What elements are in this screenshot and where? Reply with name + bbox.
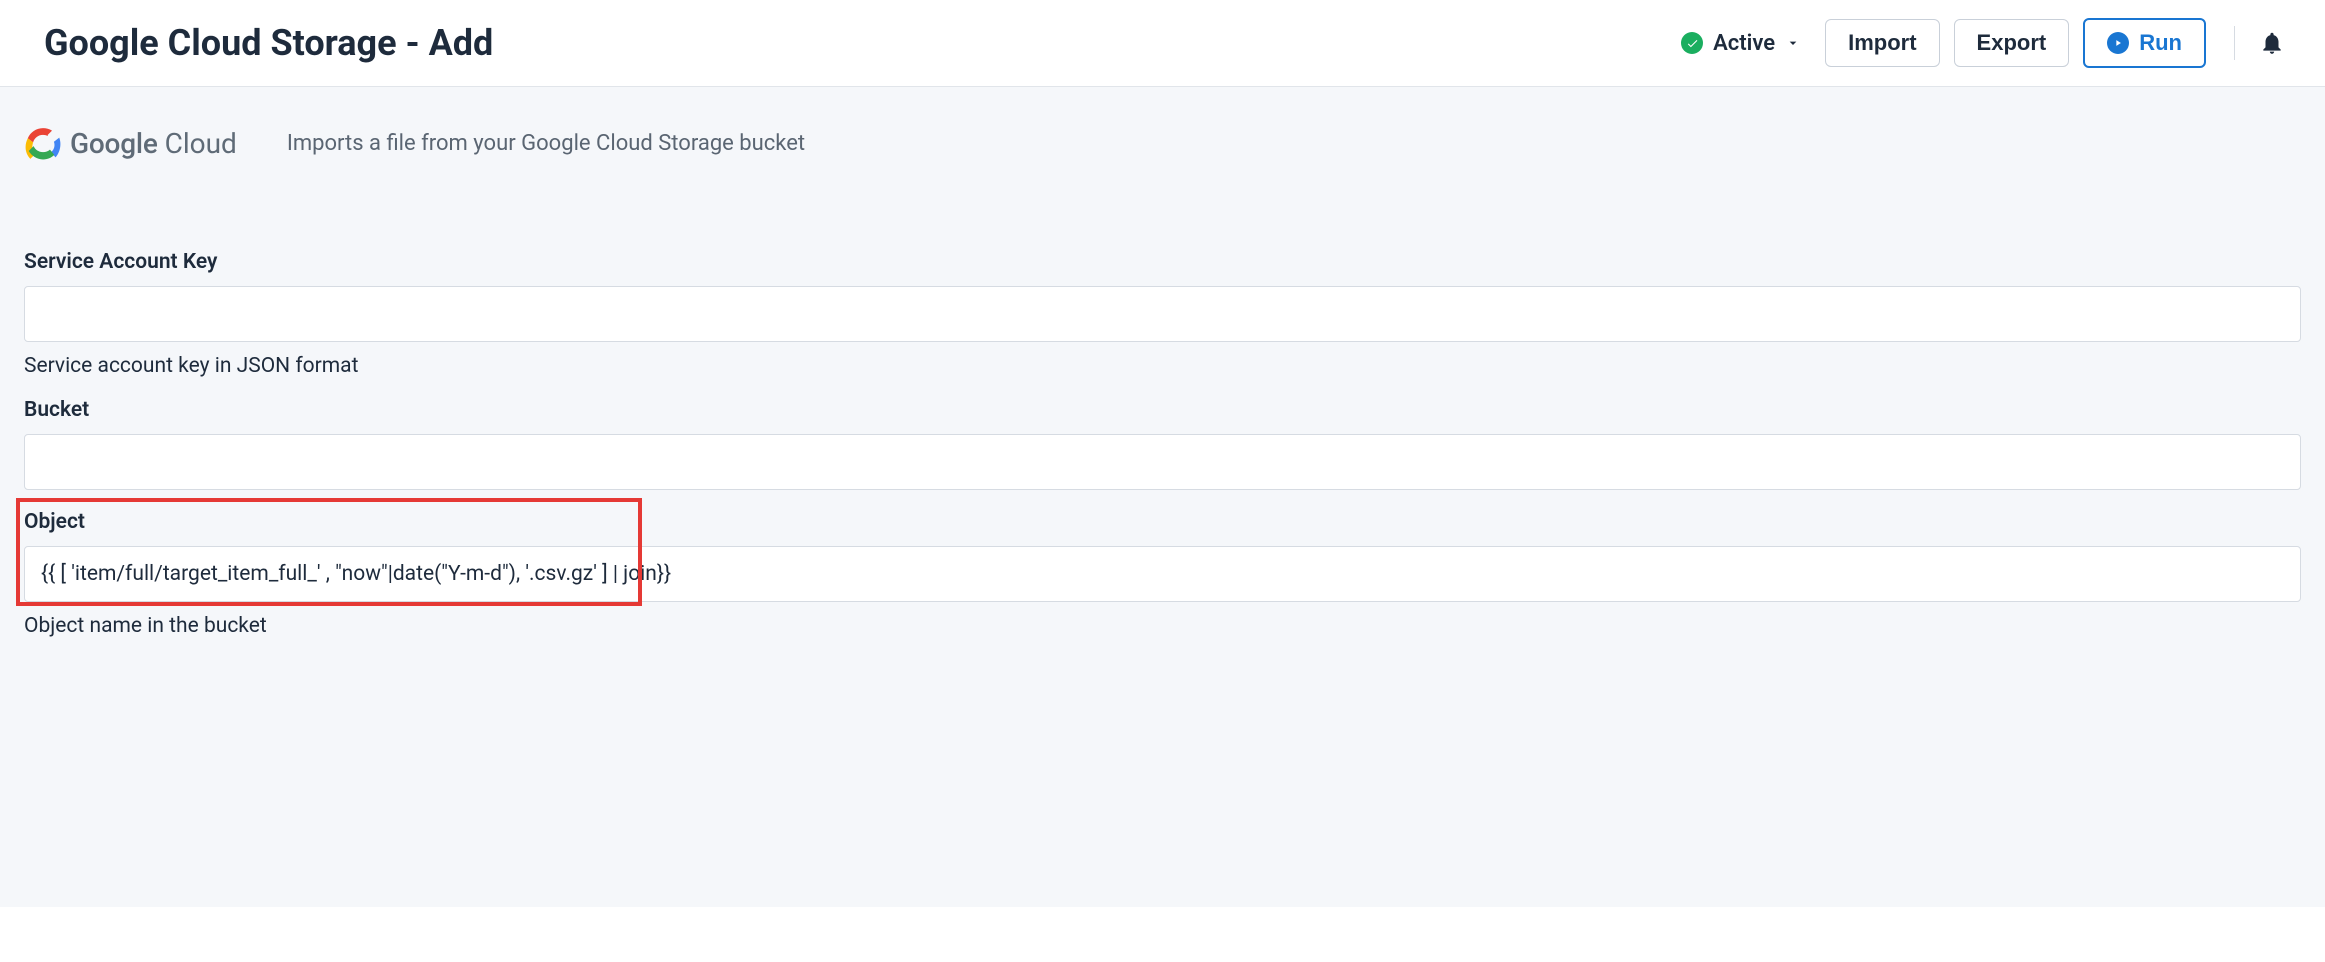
content-area: Google Cloud Imports a file from your Go… <box>0 87 2325 907</box>
connector-header: Google Cloud Imports a file from your Go… <box>24 127 2301 160</box>
gcloud-mark-icon <box>24 128 62 160</box>
bell-icon[interactable] <box>2259 30 2285 56</box>
status-dropdown[interactable]: Active <box>1681 31 1801 56</box>
object-help: Object name in the bucket <box>24 614 2301 638</box>
header-actions: Active Import Export Run <box>1681 18 2285 68</box>
chevron-down-icon <box>1785 35 1801 51</box>
object-input[interactable] <box>24 546 2301 602</box>
gcloud-wordmark: Google Cloud <box>70 127 237 160</box>
run-button-label: Run <box>2139 30 2182 56</box>
export-button[interactable]: Export <box>1954 19 2070 67</box>
bucket-field: Bucket <box>24 398 2301 490</box>
google-cloud-logo: Google Cloud <box>24 127 237 160</box>
object-field: Object Object name in the bucket <box>24 510 2301 638</box>
service-account-key-input[interactable] <box>24 286 2301 342</box>
status-text: Active <box>1713 31 1775 56</box>
play-icon <box>2107 32 2129 54</box>
service-account-key-field: Service Account Key Service account key … <box>24 250 2301 378</box>
service-account-key-label: Service Account Key <box>24 250 2301 274</box>
divider <box>2234 26 2235 60</box>
run-button[interactable]: Run <box>2083 18 2206 68</box>
bucket-input[interactable] <box>24 434 2301 490</box>
bucket-label: Bucket <box>24 398 2301 422</box>
page-title: Google Cloud Storage - Add <box>44 22 493 64</box>
object-label: Object <box>24 510 2301 534</box>
connector-description: Imports a file from your Google Cloud St… <box>287 131 805 156</box>
service-account-key-help: Service account key in JSON format <box>24 354 2301 378</box>
import-button[interactable]: Import <box>1825 19 1939 67</box>
status-check-icon <box>1681 32 1703 54</box>
